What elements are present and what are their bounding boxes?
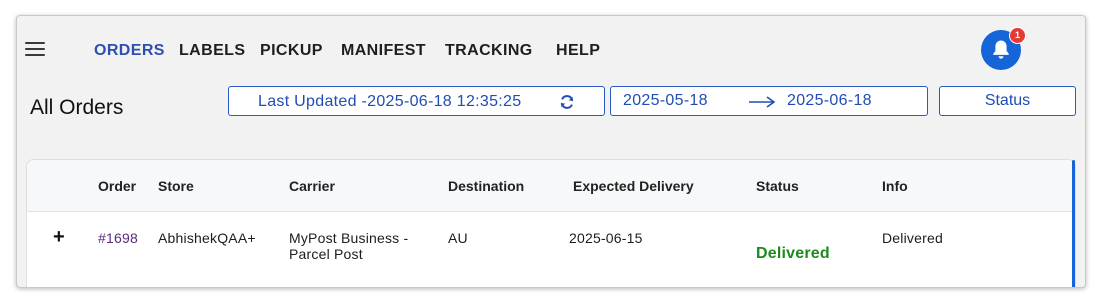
orders-table: Order Store Carrier Destination Expected… bbox=[26, 159, 1076, 287]
column-header-store[interactable]: Store bbox=[158, 178, 194, 194]
expand-row-plus-icon[interactable]: + bbox=[53, 226, 65, 249]
column-header-expected-delivery[interactable]: Expected Delivery bbox=[573, 178, 694, 194]
table-header: Order Store Carrier Destination Expected… bbox=[27, 160, 1075, 212]
column-header-order[interactable]: Order bbox=[98, 178, 136, 194]
nav-labels[interactable]: LABELS bbox=[179, 42, 245, 60]
store-cell: AbhishekQAA+ bbox=[158, 230, 256, 246]
expected-delivery-cell: 2025-06-15 bbox=[569, 230, 643, 246]
status-filter-button[interactable]: Status bbox=[939, 86, 1076, 116]
column-header-info[interactable]: Info bbox=[882, 178, 908, 194]
column-header-status[interactable]: Status bbox=[756, 178, 799, 194]
order-number-link[interactable]: #1698 bbox=[98, 230, 138, 246]
notification-badge: 1 bbox=[1009, 27, 1026, 44]
destination-cell: AU bbox=[448, 230, 468, 246]
page-title: All Orders bbox=[30, 96, 124, 119]
date-from[interactable]: 2025-05-18 bbox=[623, 92, 708, 110]
table-scrollbar[interactable] bbox=[1072, 160, 1075, 287]
last-updated-button[interactable]: Last Updated -2025-06-18 12:35:25 bbox=[228, 86, 605, 116]
refresh-icon bbox=[560, 95, 574, 109]
date-to[interactable]: 2025-06-18 bbox=[787, 92, 872, 110]
info-cell: Delivered bbox=[882, 230, 943, 246]
arrow-right-icon bbox=[749, 96, 776, 108]
status-filter-label: Status bbox=[984, 92, 1031, 109]
column-header-carrier[interactable]: Carrier bbox=[289, 178, 335, 194]
carrier-cell-line1: MyPost Business - bbox=[289, 230, 409, 246]
nav-pickup[interactable]: PICKUP bbox=[260, 42, 323, 60]
menu-icon[interactable] bbox=[25, 42, 45, 56]
app-window: ORDERS LABELS PICKUP MANIFEST TRACKING H… bbox=[16, 15, 1086, 288]
carrier-cell-line2: Parcel Post bbox=[289, 246, 363, 262]
column-header-destination[interactable]: Destination bbox=[448, 178, 524, 194]
date-range-picker[interactable]: 2025-05-18 2025-06-18 bbox=[610, 86, 928, 116]
bell-icon bbox=[993, 40, 1009, 59]
nav-manifest[interactable]: MANIFEST bbox=[341, 42, 426, 60]
nav-help[interactable]: HELP bbox=[556, 42, 600, 60]
nav-tracking[interactable]: TRACKING bbox=[445, 42, 533, 60]
last-updated-label: Last Updated -2025-06-18 12:35:25 bbox=[258, 93, 522, 110]
status-badge: Delivered bbox=[756, 245, 830, 262]
nav-orders[interactable]: ORDERS bbox=[94, 42, 165, 60]
